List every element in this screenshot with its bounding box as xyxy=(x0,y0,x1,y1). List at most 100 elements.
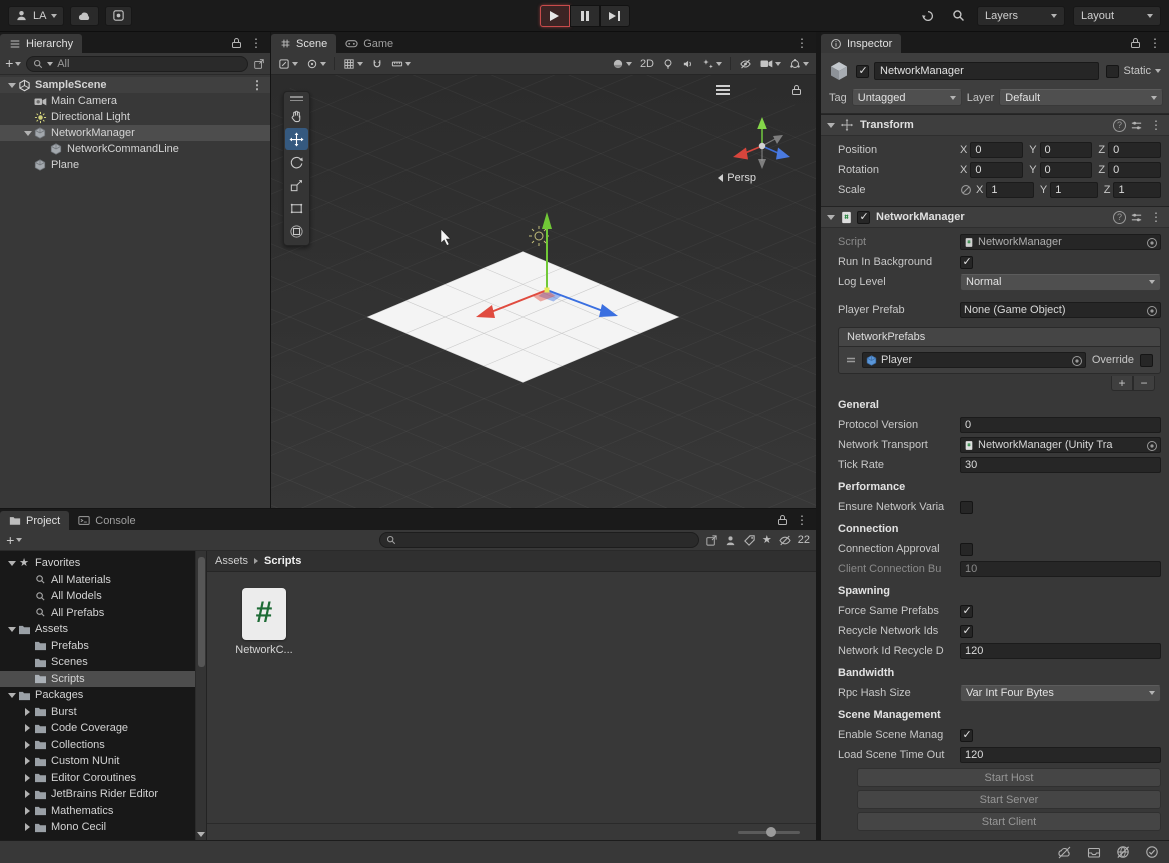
view-lock-icon[interactable] xyxy=(791,84,802,96)
pause-button[interactable] xyxy=(570,5,600,27)
ensure-network-checkbox[interactable] xyxy=(960,501,973,514)
project-add-button[interactable] xyxy=(6,533,22,548)
kebab-menu-icon[interactable] xyxy=(1146,37,1164,49)
static-checkbox[interactable] xyxy=(1106,65,1119,78)
asset-item-networkcommandline[interactable]: NetworkC... xyxy=(225,588,303,656)
scale-x-field[interactable]: 1 xyxy=(986,182,1034,198)
account-button[interactable]: LA xyxy=(8,6,64,26)
hierarchy-add-button[interactable] xyxy=(5,56,21,71)
foldout-icon[interactable] xyxy=(825,215,836,220)
override-checkbox[interactable] xyxy=(1140,354,1153,367)
tree-item-all-materials[interactable]: All Materials xyxy=(0,572,206,589)
scene-effects-button[interactable] xyxy=(699,55,725,73)
tree-item-directional-light[interactable]: Directional Light xyxy=(0,109,270,125)
enable-scene-management-checkbox[interactable] xyxy=(960,729,973,742)
overlay-drag-handle[interactable] xyxy=(290,94,303,104)
tree-item-assets[interactable]: Assets xyxy=(0,621,206,638)
rpc-hash-size-dropdown[interactable]: Var Int Four Bytes xyxy=(960,685,1161,702)
scale-z-field[interactable]: 1 xyxy=(1113,182,1161,198)
lock-icon[interactable] xyxy=(1130,37,1141,49)
foldout-icon[interactable] xyxy=(22,774,33,782)
tab-console[interactable]: Console xyxy=(69,511,144,530)
add-element-button[interactable]: + xyxy=(1111,376,1133,391)
tree-item-mathematics[interactable]: Mathematics xyxy=(0,803,206,820)
tree-item-scripts[interactable]: Scripts xyxy=(0,671,206,688)
favorites-filter-icon[interactable] xyxy=(762,534,772,546)
lock-icon[interactable] xyxy=(777,514,788,526)
tree-item-plane[interactable]: Plane xyxy=(0,157,270,173)
foldout-icon[interactable] xyxy=(22,790,33,798)
run-in-background-checkbox[interactable] xyxy=(960,256,973,269)
start-client-button[interactable]: Start Client xyxy=(857,812,1161,831)
kebab-menu-icon[interactable] xyxy=(1147,211,1165,223)
log-level-dropdown[interactable]: Normal xyxy=(960,274,1161,291)
asset-grid[interactable]: NetworkC... xyxy=(207,572,816,823)
scene-lighting-button[interactable] xyxy=(659,55,677,73)
breadcrumb-current[interactable]: Scripts xyxy=(264,555,301,567)
step-button[interactable] xyxy=(600,5,630,27)
position-y-field[interactable]: 0 xyxy=(1040,142,1093,158)
presets-icon[interactable] xyxy=(1130,211,1143,224)
layers-dropdown[interactable]: Layers xyxy=(977,6,1065,26)
script-field[interactable]: NetworkManager xyxy=(960,234,1161,250)
layer-dropdown[interactable]: Default xyxy=(999,89,1163,106)
scale-tool-button[interactable] xyxy=(285,174,308,196)
kebab-menu-icon[interactable] xyxy=(247,37,265,49)
tree-item-prefabs[interactable]: Prefabs xyxy=(0,638,206,655)
foldout-icon[interactable] xyxy=(6,83,17,88)
global-search-button[interactable] xyxy=(947,6,969,26)
tab-project[interactable]: Project xyxy=(0,511,69,530)
project-tree-scrollbar[interactable] xyxy=(195,551,206,840)
tree-item-networkcommandline[interactable]: NetworkCommandLine xyxy=(0,141,270,157)
view-tool-button[interactable] xyxy=(285,105,308,127)
start-host-button[interactable]: Start Host xyxy=(857,768,1161,787)
tree-item-all-prefabs[interactable]: All Prefabs xyxy=(0,605,206,622)
tree-item-networkmanager[interactable]: NetworkManager xyxy=(0,125,270,141)
snap-increment-button[interactable] xyxy=(388,55,414,73)
constrain-proportions-icon[interactable] xyxy=(960,184,972,196)
tab-game[interactable]: Game xyxy=(336,34,402,53)
foldout-icon[interactable] xyxy=(6,693,17,698)
scene-camera-button[interactable] xyxy=(757,55,784,73)
foldout-icon[interactable] xyxy=(22,724,33,732)
label-icon[interactable] xyxy=(743,534,756,547)
object-picker-icon[interactable] xyxy=(1146,237,1158,249)
tag-dropdown[interactable]: Untagged xyxy=(852,89,962,106)
scale-y-field[interactable]: 1 xyxy=(1050,182,1098,198)
rotation-x-field[interactable]: 0 xyxy=(970,162,1023,178)
hierarchy-search-input[interactable]: All xyxy=(26,56,248,72)
networkmanager-component-header[interactable]: NetworkManager xyxy=(821,206,1169,228)
tree-item-favorites[interactable]: Favorites xyxy=(0,555,206,572)
rotation-y-field[interactable]: 0 xyxy=(1040,162,1093,178)
network-prefabs-header[interactable]: NetworkPrefabs xyxy=(839,328,1160,347)
recycle-network-ids-checkbox[interactable] xyxy=(960,625,973,638)
client-connection-field[interactable]: 10 xyxy=(960,561,1161,577)
help-icon[interactable] xyxy=(1113,119,1126,132)
gameobject-name-field[interactable]: NetworkManager xyxy=(874,62,1099,80)
popout-icon[interactable] xyxy=(253,58,265,70)
network-id-recycle-field[interactable]: 120 xyxy=(960,643,1161,659)
cloud-button[interactable] xyxy=(70,6,99,26)
tree-item-scene[interactable]: SampleScene xyxy=(0,77,270,93)
breadcrumb-root[interactable]: Assets xyxy=(215,555,248,567)
object-picker-icon[interactable] xyxy=(1146,305,1158,317)
popout-icon[interactable] xyxy=(705,534,718,547)
tool-settings-button[interactable] xyxy=(275,55,301,73)
prefab-object-field[interactable]: Player xyxy=(862,352,1086,368)
position-x-field[interactable]: 0 xyxy=(970,142,1023,158)
undo-history-button[interactable] xyxy=(917,6,939,26)
tree-item-scenes[interactable]: Scenes xyxy=(0,654,206,671)
foldout-icon[interactable] xyxy=(22,807,33,815)
foldout-icon[interactable] xyxy=(6,627,17,632)
component-enabled-checkbox[interactable] xyxy=(857,211,870,224)
connection-approval-checkbox[interactable] xyxy=(960,543,973,556)
network-prefab-element-row[interactable]: Player Override xyxy=(839,347,1160,373)
tree-item-packages[interactable]: Packages xyxy=(0,687,206,704)
foldout-icon[interactable] xyxy=(825,123,836,128)
progress-check-icon[interactable] xyxy=(1145,845,1159,859)
foldout-icon[interactable] xyxy=(22,708,33,716)
eye-slash-icon[interactable] xyxy=(778,534,792,547)
snap-button[interactable] xyxy=(368,55,386,73)
drag-handle-icon[interactable] xyxy=(846,356,856,364)
player-prefab-field[interactable]: None (Game Object) xyxy=(960,302,1161,318)
